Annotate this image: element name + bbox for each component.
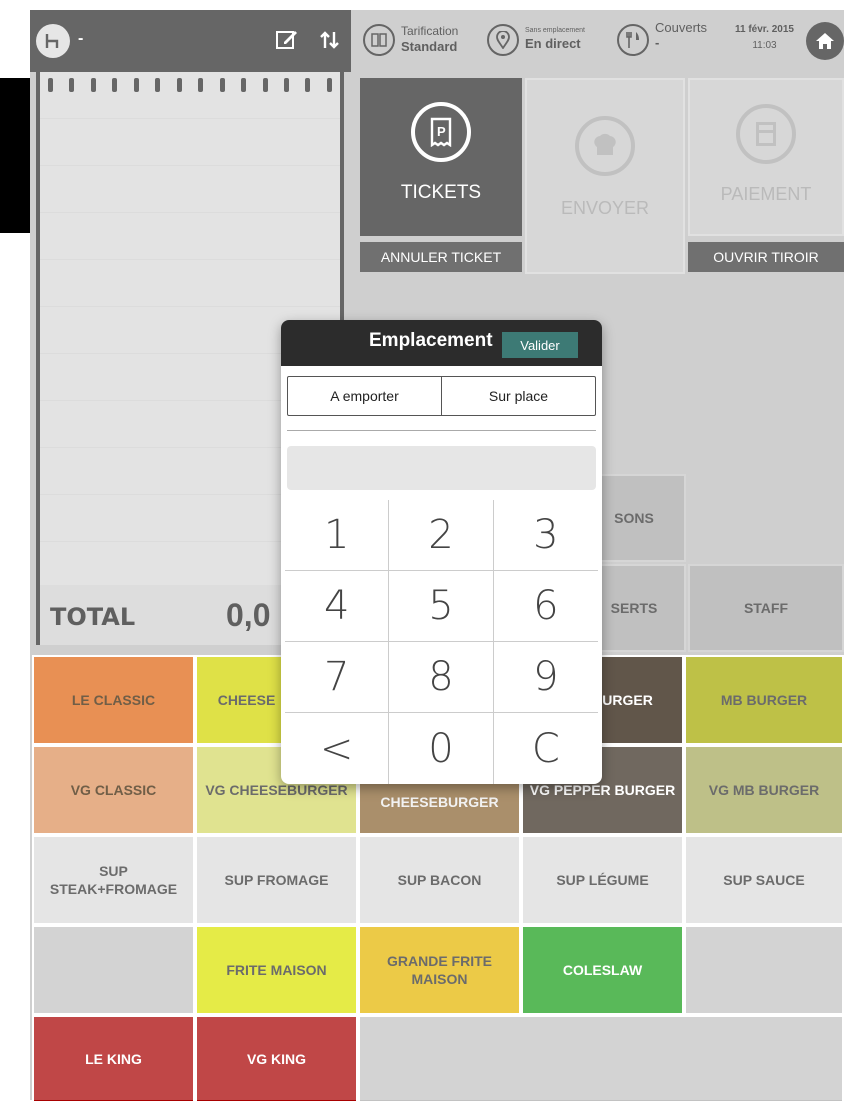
number-display [287,446,596,490]
key-7[interactable]: 7 [285,642,390,713]
key-2[interactable]: 2 [389,500,494,571]
key-clear[interactable]: C [494,713,598,784]
dialog-header: Emplacement Valider [281,320,602,366]
pos-app: - Tarification Standard Sans emplacement… [0,0,844,1108]
emplacement-dialog: Emplacement Valider A emporter Sur place… [281,320,602,784]
key-8[interactable]: 8 [389,642,494,713]
key-3[interactable]: 3 [493,500,598,571]
dialog-title: Emplacement [369,330,493,351]
key-backspace[interactable]: < [285,713,390,784]
left-edge-bar [0,78,30,233]
key-9[interactable]: 9 [493,642,598,713]
key-6[interactable]: 6 [493,571,598,642]
divider [287,430,596,431]
emplacement-toggle: A emporter Sur place [287,376,596,416]
key-1[interactable]: 1 [285,500,390,571]
option-sur-place[interactable]: Sur place [442,377,595,415]
option-a-emporter[interactable]: A emporter [288,377,442,415]
key-4[interactable]: 4 [285,571,390,642]
valider-button[interactable]: Valider [502,332,578,358]
numeric-keypad: 1 2 3 4 5 6 7 8 9 < 0 C [285,500,598,784]
key-5[interactable]: 5 [389,571,494,642]
key-0[interactable]: 0 [389,713,494,784]
